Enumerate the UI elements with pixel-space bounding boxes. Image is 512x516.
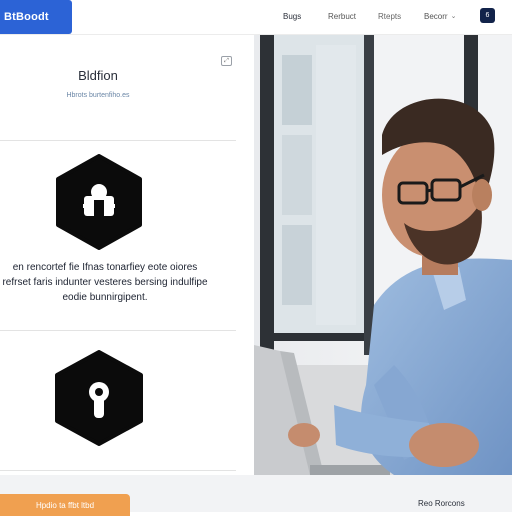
feature-description: en rencortef fie Ifnas tonarfiey eote oi… — [0, 260, 210, 305]
lock-icon — [55, 350, 143, 446]
expand-icon: ⤢ — [224, 57, 229, 64]
user-avatar[interactable]: 6 — [480, 8, 495, 23]
nav-item-2[interactable]: Rerbuct — [328, 9, 356, 23]
puzzle-icon — [56, 154, 142, 250]
chevron-down-icon: ⌄ — [450, 13, 457, 20]
nav-item-dropdown-label: Becorr — [424, 11, 448, 21]
section-divider — [0, 470, 236, 471]
panel-title: Bldfion — [78, 68, 118, 83]
description-line: eodie bunnirgipent. — [62, 292, 148, 303]
hero-photo — [254, 35, 512, 475]
description-line: refrset faris indunter vesteres bersing … — [2, 277, 208, 288]
person-at-laptop-image — [254, 35, 512, 475]
description-line: en rencortef fie Ifnas tonarfiey eote oi… — [12, 262, 198, 273]
nav-item-1[interactable]: Bugs — [283, 9, 301, 23]
cta-button[interactable]: Hpdio ta ffbt ltbd — [0, 494, 130, 516]
nav-item-3[interactable]: Rtepts — [378, 9, 401, 23]
expand-button[interactable]: ⤢ — [221, 56, 232, 66]
panel-subtitle: Hbrots burtenfiho.es — [66, 92, 130, 99]
brand-logo[interactable]: BtBoodt — [0, 0, 72, 34]
section-divider — [0, 140, 236, 141]
nav-item-dropdown[interactable]: Becorr ⌄ — [424, 9, 456, 23]
footer-link[interactable]: Reo Rorcons — [418, 499, 465, 508]
section-divider — [0, 330, 236, 331]
